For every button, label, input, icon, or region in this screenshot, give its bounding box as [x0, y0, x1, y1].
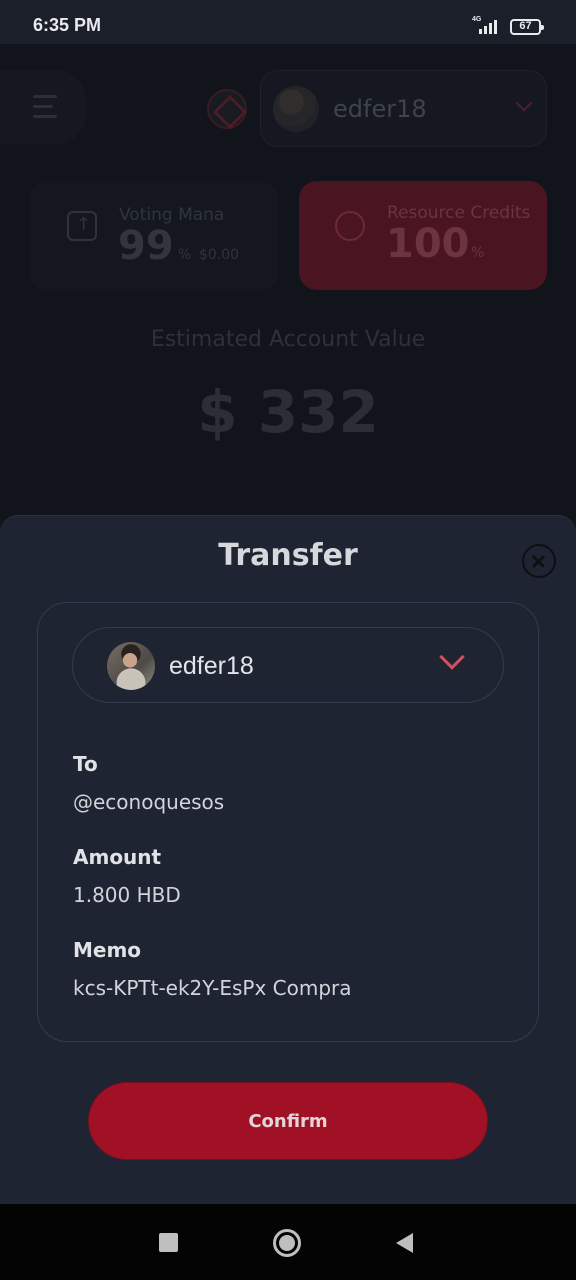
resource-credits-unit: %	[471, 245, 485, 261]
account-selector-name: edfer18	[169, 652, 254, 680]
memo-label: Memo	[73, 938, 142, 962]
resource-credits-card[interactable]: Resource Credits 100 %	[299, 181, 547, 290]
resource-credits-value: 100	[386, 221, 470, 267]
recents-icon[interactable]	[159, 1233, 178, 1252]
avatar	[107, 642, 155, 690]
chevron-down-icon	[439, 644, 465, 670]
gauge-icon	[335, 211, 365, 241]
account-selector[interactable]: edfer18	[72, 627, 504, 703]
memo-value: kcs-KPTt-ek2Y-EsPx Compra	[73, 976, 352, 1000]
resource-credits-label: Resource Credits	[387, 203, 531, 223]
navigation-bar	[0, 1204, 576, 1280]
voting-mana-label: Voting Mana	[119, 205, 225, 225]
to-label: To	[73, 752, 98, 776]
hive-logo-icon	[207, 89, 247, 129]
transfer-details-panel: edfer18 To @econoquesos Amount 1.800 HBD…	[37, 602, 539, 1042]
account-name: edfer18	[333, 95, 427, 123]
account-switcher[interactable]: edfer18	[260, 70, 547, 147]
home-icon[interactable]	[273, 1229, 301, 1257]
voting-mana-usd: $0.00	[199, 247, 240, 263]
voting-mana-value: 99	[118, 223, 174, 269]
signal-icon	[479, 18, 501, 34]
close-icon[interactable]	[522, 544, 556, 578]
upvote-icon	[67, 211, 97, 241]
sheet-title: Transfer	[218, 538, 358, 573]
amount-label: Amount	[73, 845, 162, 869]
chevron-down-icon	[515, 94, 533, 112]
hamburger-menu-button[interactable]	[0, 70, 86, 144]
transfer-sheet: Transfer edfer18 To @econoquesos Amount …	[0, 515, 576, 1204]
avatar	[273, 86, 319, 132]
status-time: 6:35 PM	[33, 15, 102, 35]
to-value: @econoquesos	[73, 790, 225, 814]
voting-mana-card[interactable]: Voting Mana 99 % $0.00	[29, 181, 278, 291]
estimated-value: $ 332	[197, 378, 379, 446]
estimated-value-label: Estimated Account Value	[150, 327, 426, 352]
status-bar: 6:35 PM 4G 67	[0, 0, 576, 44]
voting-mana-unit: %	[178, 247, 192, 263]
confirm-button[interactable]: Confirm	[88, 1082, 488, 1160]
amount-value: 1.800 HBD	[73, 883, 181, 907]
battery-level: 67	[519, 20, 532, 32]
back-icon[interactable]	[396, 1233, 413, 1253]
battery-icon: 67	[510, 19, 544, 35]
